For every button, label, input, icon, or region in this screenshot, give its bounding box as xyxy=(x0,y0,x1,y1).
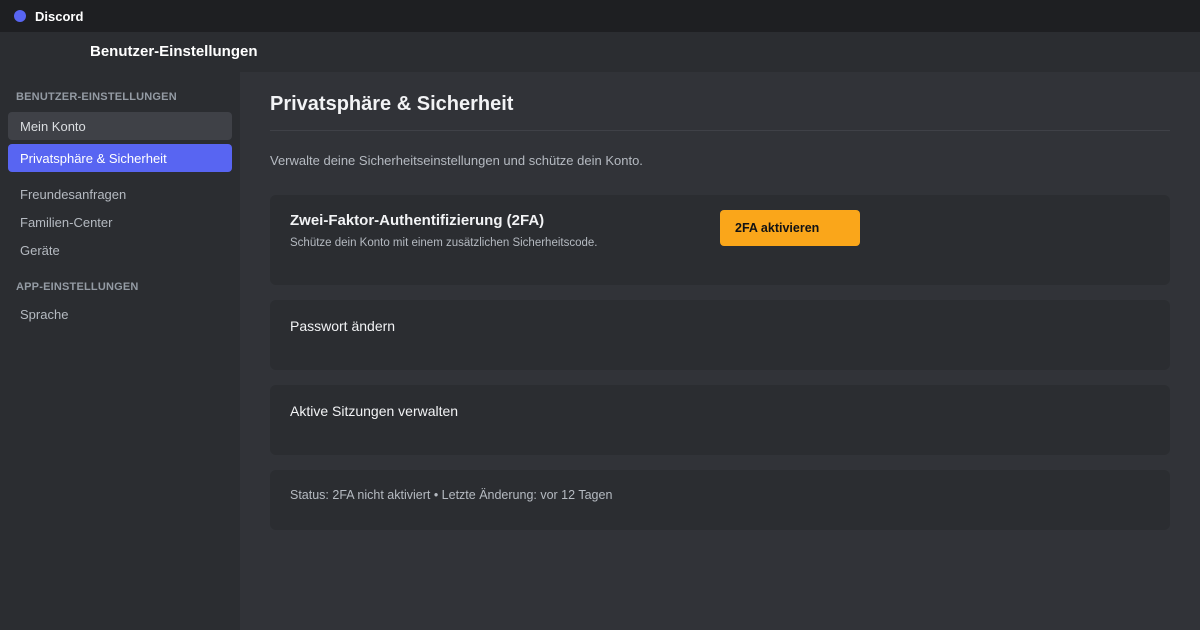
page-title: Privatsphäre & Sicherheit xyxy=(270,93,514,115)
twofa-title: Zwei-Faktor-Authentifizierung (2FA) xyxy=(290,212,545,229)
manage-sessions-card[interactable]: Aktive Sitzungen verwalten xyxy=(270,385,1170,455)
status-text: Status: 2FA nicht aktiviert • Letzte Änd… xyxy=(290,488,613,502)
sidebar-item-label: Privatsphäre & Sicherheit xyxy=(20,150,167,166)
sidebar-item-label: Geräte xyxy=(20,242,60,258)
sidebar-item-privacy-security[interactable]: Privatsphäre & Sicherheit xyxy=(8,144,232,172)
sidebar-item-devices[interactable]: Geräte xyxy=(8,236,232,264)
change-password-label: Passwort ändern xyxy=(290,318,396,334)
sidebar-item-label: Freundesanfragen xyxy=(20,186,127,202)
sidebar-item-family-center[interactable]: Familien-Center xyxy=(8,208,232,236)
status-card: Status: 2FA nicht aktiviert • Letzte Änd… xyxy=(270,470,1170,530)
enable-2fa-button[interactable]: 2FA aktivieren xyxy=(720,210,860,246)
sidebar-item-my-account[interactable]: Mein Konto xyxy=(8,112,232,140)
settings-header-title: Benutzer-Einstellungen xyxy=(90,43,258,60)
change-password-card[interactable]: Passwort ändern xyxy=(270,300,1170,370)
settings-header: Benutzer-Einstellungen xyxy=(0,32,1200,72)
sidebar-item-language[interactable]: Sprache xyxy=(8,300,232,328)
sidebar-section-user-settings: BENUTZER-EINSTELLUNGEN xyxy=(16,91,177,103)
title-divider xyxy=(270,130,1170,131)
sidebar-item-label: Sprache xyxy=(20,306,69,322)
twofa-subtitle: Schütze dein Konto mit einem zusätzliche… xyxy=(290,237,598,249)
app-status-dot-icon xyxy=(14,10,26,22)
settings-content: Privatsphäre & Sicherheit Verwalte deine… xyxy=(240,72,1200,630)
sidebar-item-friend-requests[interactable]: Freundesanfragen xyxy=(8,180,232,208)
manage-sessions-label: Aktive Sitzungen verwalten xyxy=(290,403,459,419)
sidebar-item-label: Familien-Center xyxy=(20,214,113,230)
twofa-card: Zwei-Faktor-Authentifizierung (2FA) Schü… xyxy=(270,195,1170,285)
app-name: Discord xyxy=(35,8,84,24)
settings-sidebar: BENUTZER-EINSTELLUNGEN Mein Konto Privat… xyxy=(0,72,240,630)
page-description: Verwalte deine Sicherheitseinstellungen … xyxy=(270,153,643,168)
sidebar-section-app-settings: APP-EINSTELLUNGEN xyxy=(16,281,139,293)
sidebar-item-label: Mein Konto xyxy=(20,118,86,134)
title-bar: Discord xyxy=(0,0,1200,32)
